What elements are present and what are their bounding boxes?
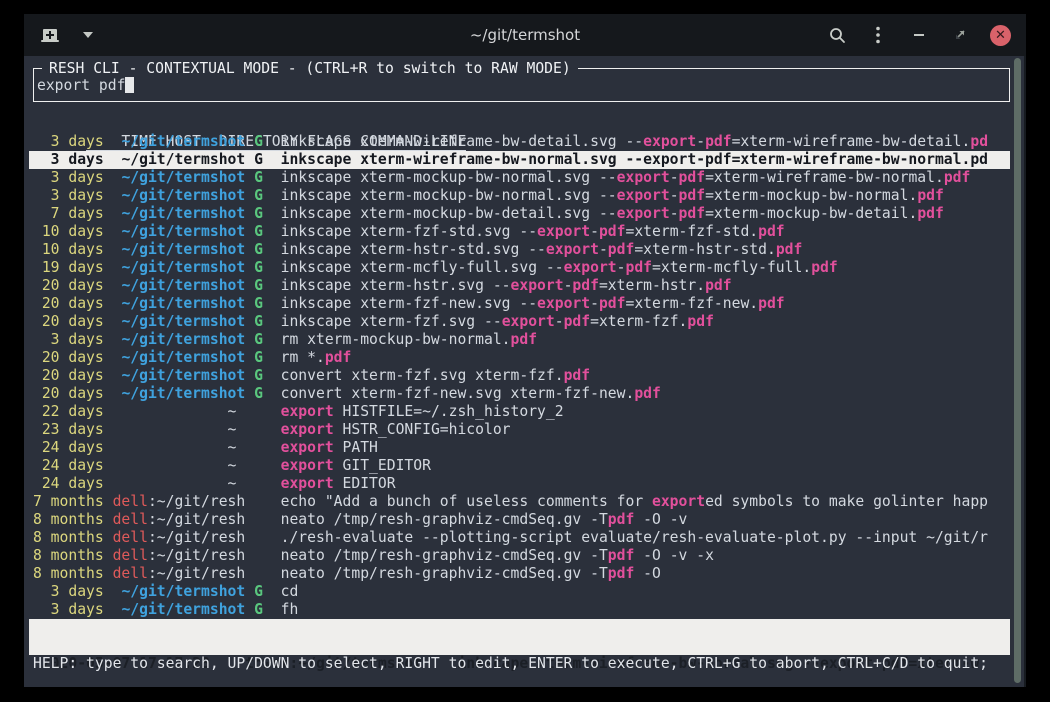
history-row[interactable]: 24 days ~ export GIT_EDITOR [29, 457, 1010, 475]
scrollbar-track-edge [1024, 56, 1026, 687]
history-list: 3 days ~/git/termshot G inkscape xterm-w… [33, 133, 1006, 619]
menu-button[interactable] [867, 24, 889, 46]
mode-label: RESH CLI - CONTEXTUAL MODE - (CTRL+R to … [42, 60, 578, 78]
history-row[interactable]: 10 days ~/git/termshot G inkscape xterm-… [29, 241, 1010, 259]
search-icon [829, 27, 846, 44]
window-title: ~/git/termshot [224, 26, 826, 44]
history-row[interactable]: 3 days ~/git/termshot G inkscape xterm-m… [29, 187, 1010, 205]
scrollbar-thumb[interactable] [1014, 58, 1021, 683]
history-row[interactable]: 24 days ~ export EDITOR [29, 475, 1010, 493]
history-row[interactable]: 22 days ~ export HISTFILE=~/.zsh_history… [29, 403, 1010, 421]
history-table-header: TIME HOST: DIRECTORY FLAGS COMMAND-LINE [33, 115, 1006, 133]
history-row[interactable]: 8 months dell:~/git/resh neato /tmp/resh… [29, 511, 1010, 529]
chevron-down-icon [83, 32, 93, 38]
history-row[interactable]: 20 days ~/git/termshot G inkscape xterm-… [29, 313, 1010, 331]
restore-icon [954, 29, 966, 41]
search-query: export pdf [37, 77, 125, 94]
new-tab-dropdown-button[interactable] [77, 24, 99, 46]
minimize-button[interactable] [908, 24, 930, 46]
history-row[interactable]: 3 days ~/git/termshot G rm xterm-mockup-… [29, 331, 1010, 349]
search-button[interactable] [826, 24, 848, 46]
selected-entry-detail: 2020-05-07 17:17:28 tower:~/git/termshot… [29, 619, 1010, 655]
history-row[interactable]: 8 months dell:~/git/resh neato /tmp/resh… [29, 565, 1010, 583]
search-panel: RESH CLI - CONTEXTUAL MODE - (CTRL+R to … [33, 68, 1010, 102]
help-bar: HELP: type to search, UP/DOWN to select,… [33, 655, 1006, 673]
history-row[interactable]: 23 days ~ export HSTR_CONFIG=hicolor [29, 421, 1010, 439]
close-icon: ✕ [995, 29, 1006, 42]
close-button[interactable]: ✕ [990, 25, 1011, 46]
titlebar-left-group [39, 24, 224, 46]
history-row[interactable]: 20 days ~/git/termshot G inkscape xterm-… [29, 277, 1010, 295]
history-row[interactable]: 20 days ~/git/termshot G rm *.pdf [29, 349, 1010, 367]
history-row[interactable]: 8 months dell:~/git/resh neato /tmp/resh… [29, 547, 1010, 565]
terminal-content: RESH CLI - CONTEXTUAL MODE - (CTRL+R to … [24, 56, 1026, 687]
history-row[interactable]: 7 months dell:~/git/resh echo "Add a bun… [29, 493, 1010, 511]
history-row[interactable]: 24 days ~ export PATH [29, 439, 1010, 457]
text-cursor [125, 77, 134, 93]
history-row[interactable]: 3 days ~/git/termshot G inkscape xterm-m… [29, 169, 1010, 187]
history-row[interactable]: 8 months dell:~/git/resh ./resh-evaluate… [29, 529, 1010, 547]
restore-button[interactable] [949, 24, 971, 46]
history-row[interactable]: 3 days ~/git/termshot G fh [29, 601, 1010, 619]
history-row[interactable]: 7 days ~/git/termshot G inkscape xterm-m… [29, 205, 1010, 223]
kebab-menu-icon [876, 26, 880, 44]
new-tab-icon [41, 28, 59, 43]
history-row[interactable]: 3 days ~/git/termshot G inkscape xterm-w… [29, 133, 1010, 151]
titlebar: ~/git/termshot [24, 14, 1026, 56]
new-tab-button[interactable] [39, 24, 61, 46]
history-row[interactable]: 3 days ~/git/termshot G cd [29, 583, 1010, 601]
minimize-icon [914, 34, 924, 36]
history-row-selected[interactable]: 3 days ~/git/termshot G inkscape xterm-w… [29, 151, 1010, 169]
titlebar-right-group: ✕ [826, 24, 1011, 46]
history-row[interactable]: 20 days ~/git/termshot G inkscape xterm-… [29, 295, 1010, 313]
history-row[interactable]: 10 days ~/git/termshot G inkscape xterm-… [29, 223, 1010, 241]
terminal-window: ~/git/termshot [24, 14, 1026, 687]
search-input[interactable]: export pdf [37, 77, 134, 95]
history-row[interactable]: 19 days ~/git/termshot G inkscape xterm-… [29, 259, 1010, 277]
history-row[interactable]: 20 days ~/git/termshot G convert xterm-f… [29, 367, 1010, 385]
history-row[interactable]: 20 days ~/git/termshot G convert xterm-f… [29, 385, 1010, 403]
